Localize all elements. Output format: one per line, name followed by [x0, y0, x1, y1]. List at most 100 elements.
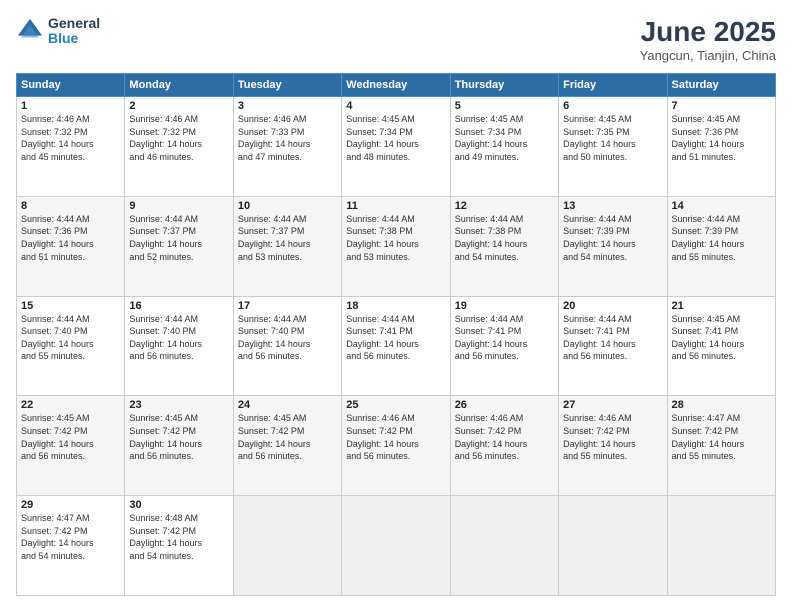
day-info: Sunrise: 4:47 AM Sunset: 7:42 PM Dayligh… [672, 412, 771, 462]
day-info: Sunrise: 4:45 AM Sunset: 7:34 PM Dayligh… [346, 113, 445, 163]
calendar-day-cell: 14Sunrise: 4:44 AM Sunset: 7:39 PM Dayli… [667, 196, 775, 296]
day-info: Sunrise: 4:46 AM Sunset: 7:32 PM Dayligh… [129, 113, 228, 163]
calendar-day-cell: 28Sunrise: 4:47 AM Sunset: 7:42 PM Dayli… [667, 396, 775, 496]
day-number: 6 [563, 100, 662, 112]
logo-general: General [48, 16, 100, 31]
day-info: Sunrise: 4:44 AM Sunset: 7:36 PM Dayligh… [21, 213, 120, 263]
day-info: Sunrise: 4:44 AM Sunset: 7:37 PM Dayligh… [238, 213, 337, 263]
weekday-header-cell: Saturday [667, 74, 775, 97]
calendar-day-cell: 30Sunrise: 4:48 AM Sunset: 7:42 PM Dayli… [125, 496, 233, 596]
day-number: 10 [238, 200, 337, 212]
day-info: Sunrise: 4:44 AM Sunset: 7:41 PM Dayligh… [563, 313, 662, 363]
calendar-header-row: SundayMondayTuesdayWednesdayThursdayFrid… [17, 74, 776, 97]
day-info: Sunrise: 4:45 AM Sunset: 7:42 PM Dayligh… [238, 412, 337, 462]
calendar-day-cell: 4Sunrise: 4:45 AM Sunset: 7:34 PM Daylig… [342, 97, 450, 197]
calendar-day-cell: 22Sunrise: 4:45 AM Sunset: 7:42 PM Dayli… [17, 396, 125, 496]
calendar-day-cell: 5Sunrise: 4:45 AM Sunset: 7:34 PM Daylig… [450, 97, 558, 197]
calendar-day-cell [450, 496, 558, 596]
day-number: 22 [21, 399, 120, 411]
logo-text: General Blue [48, 16, 100, 47]
calendar-week-row: 29Sunrise: 4:47 AM Sunset: 7:42 PM Dayli… [17, 496, 776, 596]
day-number: 25 [346, 399, 445, 411]
weekday-header-cell: Tuesday [233, 74, 341, 97]
day-number: 27 [563, 399, 662, 411]
header: General Blue June 2025 Yangcun, Tianjin,… [16, 16, 776, 63]
calendar-day-cell [233, 496, 341, 596]
day-number: 8 [21, 200, 120, 212]
calendar-week-row: 1Sunrise: 4:46 AM Sunset: 7:32 PM Daylig… [17, 97, 776, 197]
day-info: Sunrise: 4:45 AM Sunset: 7:36 PM Dayligh… [672, 113, 771, 163]
day-number: 5 [455, 100, 554, 112]
day-info: Sunrise: 4:44 AM Sunset: 7:39 PM Dayligh… [563, 213, 662, 263]
day-number: 21 [672, 300, 771, 312]
calendar-day-cell: 21Sunrise: 4:45 AM Sunset: 7:41 PM Dayli… [667, 296, 775, 396]
day-number: 16 [129, 300, 228, 312]
day-info: Sunrise: 4:46 AM Sunset: 7:42 PM Dayligh… [346, 412, 445, 462]
day-number: 12 [455, 200, 554, 212]
day-number: 2 [129, 100, 228, 112]
calendar-day-cell: 3Sunrise: 4:46 AM Sunset: 7:33 PM Daylig… [233, 97, 341, 197]
logo-blue: Blue [48, 31, 100, 46]
calendar-day-cell: 12Sunrise: 4:44 AM Sunset: 7:38 PM Dayli… [450, 196, 558, 296]
day-number: 9 [129, 200, 228, 212]
month-title: June 2025 [640, 16, 776, 48]
calendar-day-cell: 18Sunrise: 4:44 AM Sunset: 7:41 PM Dayli… [342, 296, 450, 396]
weekday-header-cell: Monday [125, 74, 233, 97]
calendar-day-cell: 25Sunrise: 4:46 AM Sunset: 7:42 PM Dayli… [342, 396, 450, 496]
day-info: Sunrise: 4:46 AM Sunset: 7:42 PM Dayligh… [563, 412, 662, 462]
calendar-day-cell: 13Sunrise: 4:44 AM Sunset: 7:39 PM Dayli… [559, 196, 667, 296]
day-number: 7 [672, 100, 771, 112]
calendar-table: SundayMondayTuesdayWednesdayThursdayFrid… [16, 73, 776, 596]
day-info: Sunrise: 4:45 AM Sunset: 7:42 PM Dayligh… [21, 412, 120, 462]
calendar-day-cell: 11Sunrise: 4:44 AM Sunset: 7:38 PM Dayli… [342, 196, 450, 296]
day-info: Sunrise: 4:44 AM Sunset: 7:41 PM Dayligh… [455, 313, 554, 363]
day-number: 19 [455, 300, 554, 312]
calendar-day-cell: 27Sunrise: 4:46 AM Sunset: 7:42 PM Dayli… [559, 396, 667, 496]
calendar-day-cell: 19Sunrise: 4:44 AM Sunset: 7:41 PM Dayli… [450, 296, 558, 396]
location: Yangcun, Tianjin, China [640, 48, 776, 63]
day-number: 13 [563, 200, 662, 212]
day-number: 17 [238, 300, 337, 312]
day-number: 28 [672, 399, 771, 411]
day-number: 29 [21, 499, 120, 511]
calendar-day-cell: 16Sunrise: 4:44 AM Sunset: 7:40 PM Dayli… [125, 296, 233, 396]
calendar-week-row: 22Sunrise: 4:45 AM Sunset: 7:42 PM Dayli… [17, 396, 776, 496]
day-number: 11 [346, 200, 445, 212]
calendar-day-cell: 15Sunrise: 4:44 AM Sunset: 7:40 PM Dayli… [17, 296, 125, 396]
day-number: 23 [129, 399, 228, 411]
day-number: 18 [346, 300, 445, 312]
calendar-day-cell: 1Sunrise: 4:46 AM Sunset: 7:32 PM Daylig… [17, 97, 125, 197]
calendar-week-row: 8Sunrise: 4:44 AM Sunset: 7:36 PM Daylig… [17, 196, 776, 296]
day-info: Sunrise: 4:45 AM Sunset: 7:35 PM Dayligh… [563, 113, 662, 163]
calendar-body: 1Sunrise: 4:46 AM Sunset: 7:32 PM Daylig… [17, 97, 776, 596]
calendar-week-row: 15Sunrise: 4:44 AM Sunset: 7:40 PM Dayli… [17, 296, 776, 396]
calendar-day-cell: 23Sunrise: 4:45 AM Sunset: 7:42 PM Dayli… [125, 396, 233, 496]
day-info: Sunrise: 4:44 AM Sunset: 7:39 PM Dayligh… [672, 213, 771, 263]
day-info: Sunrise: 4:44 AM Sunset: 7:40 PM Dayligh… [238, 313, 337, 363]
day-info: Sunrise: 4:44 AM Sunset: 7:41 PM Dayligh… [346, 313, 445, 363]
calendar-day-cell: 2Sunrise: 4:46 AM Sunset: 7:32 PM Daylig… [125, 97, 233, 197]
day-info: Sunrise: 4:46 AM Sunset: 7:33 PM Dayligh… [238, 113, 337, 163]
calendar-day-cell [559, 496, 667, 596]
weekday-header-cell: Thursday [450, 74, 558, 97]
day-info: Sunrise: 4:48 AM Sunset: 7:42 PM Dayligh… [129, 512, 228, 562]
logo: General Blue [16, 16, 100, 47]
day-info: Sunrise: 4:46 AM Sunset: 7:32 PM Dayligh… [21, 113, 120, 163]
calendar-day-cell: 10Sunrise: 4:44 AM Sunset: 7:37 PM Dayli… [233, 196, 341, 296]
day-number: 14 [672, 200, 771, 212]
title-block: June 2025 Yangcun, Tianjin, China [640, 16, 776, 63]
day-number: 3 [238, 100, 337, 112]
calendar-day-cell: 29Sunrise: 4:47 AM Sunset: 7:42 PM Dayli… [17, 496, 125, 596]
day-info: Sunrise: 4:44 AM Sunset: 7:38 PM Dayligh… [346, 213, 445, 263]
calendar-day-cell [667, 496, 775, 596]
day-info: Sunrise: 4:45 AM Sunset: 7:34 PM Dayligh… [455, 113, 554, 163]
day-info: Sunrise: 4:45 AM Sunset: 7:41 PM Dayligh… [672, 313, 771, 363]
calendar-day-cell: 20Sunrise: 4:44 AM Sunset: 7:41 PM Dayli… [559, 296, 667, 396]
day-number: 26 [455, 399, 554, 411]
day-info: Sunrise: 4:46 AM Sunset: 7:42 PM Dayligh… [455, 412, 554, 462]
weekday-header-cell: Friday [559, 74, 667, 97]
day-info: Sunrise: 4:47 AM Sunset: 7:42 PM Dayligh… [21, 512, 120, 562]
calendar-day-cell: 26Sunrise: 4:46 AM Sunset: 7:42 PM Dayli… [450, 396, 558, 496]
weekday-header-cell: Sunday [17, 74, 125, 97]
day-info: Sunrise: 4:44 AM Sunset: 7:40 PM Dayligh… [21, 313, 120, 363]
